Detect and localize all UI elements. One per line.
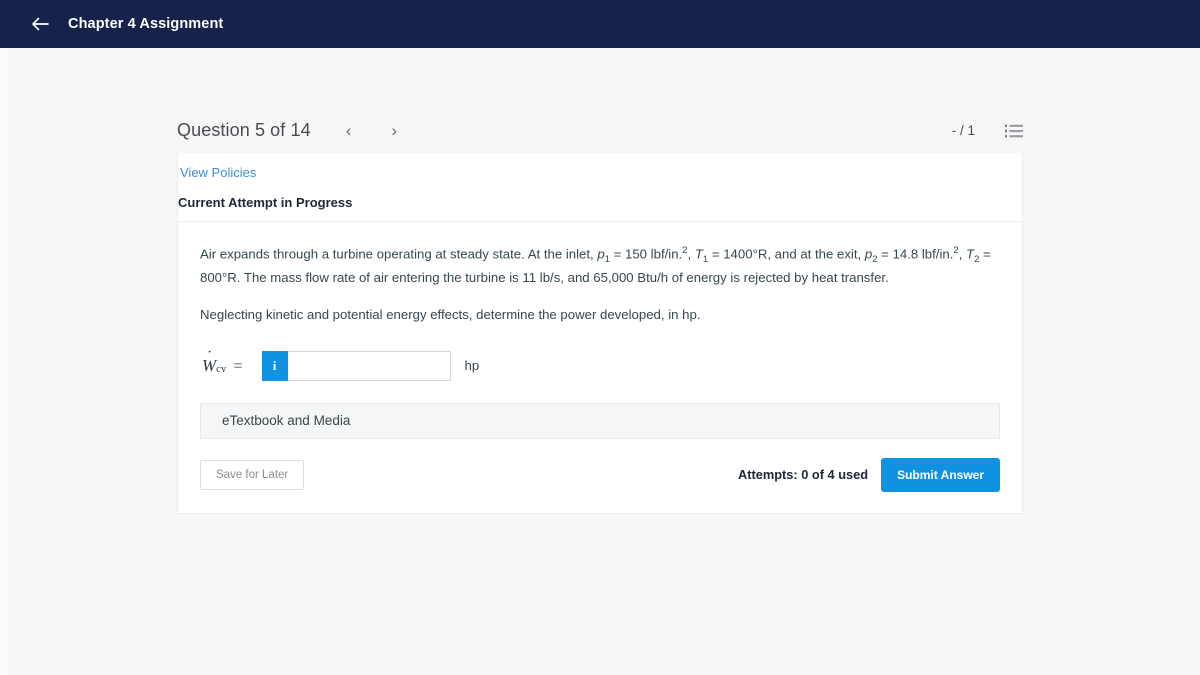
q-text-1: Air expands through a turbine operating … (200, 246, 598, 262)
assignment-title: Chapter 4 Assignment (68, 16, 224, 32)
cv-subscript: cv (216, 363, 227, 375)
work-symbol: Wcv = (202, 356, 243, 376)
page-container: Question 5 of 14 ‹ › - / 1 View Policies… (0, 48, 1200, 675)
card-top-section: View Policies Current Attempt in Progres… (178, 153, 1022, 222)
card-body: Air expands through a turbine operating … (178, 222, 1022, 381)
q-text-5: = 14.8 lbf/in. (877, 246, 954, 262)
answer-row: Wcv = i hp (200, 350, 1000, 381)
w-dot-symbol: W (202, 356, 216, 376)
app-header-bar: Chapter 4 Assignment (0, 0, 1200, 48)
answer-input[interactable] (287, 350, 451, 381)
attempt-status-label: Current Attempt in Progress (178, 195, 353, 210)
submit-answer-button[interactable]: Submit Answer (881, 457, 1000, 492)
p1-symbol: p (597, 246, 605, 262)
next-question-button[interactable]: › (384, 120, 404, 141)
question-header-right: - / 1 (952, 123, 1023, 138)
etextbook-and-media-bar[interactable]: eTextbook and Media (200, 402, 1000, 439)
question-card: View Policies Current Attempt in Progres… (177, 153, 1023, 514)
previous-question-button[interactable]: ‹ (339, 120, 359, 141)
save-for-later-button[interactable]: Save for Later (200, 459, 305, 490)
q-text-6: , (958, 246, 967, 262)
footer-right: Attempts: 0 of 4 used Submit Answer (737, 457, 1000, 492)
t1-symbol: T (694, 246, 703, 262)
score-badge: - / 1 (951, 123, 975, 138)
equals-sign: = (233, 357, 243, 375)
q-text-2: = 150 lbf/in. (609, 246, 683, 262)
question-header: Question 5 of 14 ‹ › - / 1 (177, 108, 1023, 153)
unit-label: hp (464, 358, 480, 374)
view-policies-link[interactable]: View Policies (180, 165, 256, 180)
q-text-4: = 1400°R, and at the exit, (708, 246, 865, 262)
left-rail (0, 48, 8, 675)
question-paragraph-2: Neglecting kinetic and potential energy … (200, 307, 701, 323)
attempts-counter: Attempts: 0 of 4 used (737, 467, 869, 483)
etextbook-label: eTextbook and Media (222, 413, 351, 429)
question-counter: Question 5 of 14 (177, 120, 311, 140)
answer-input-group: i (261, 350, 451, 381)
t2-symbol: T (966, 246, 975, 262)
arrow-left-icon[interactable] (30, 14, 50, 34)
q-text-3: , (687, 246, 695, 262)
card-footer: Save for Later Attempts: 0 of 4 used Sub… (200, 457, 1000, 513)
question-paragraph-1: Air expands through a turbine operating … (200, 244, 1000, 288)
list-icon[interactable] (1005, 124, 1023, 138)
info-icon-button[interactable]: i (261, 350, 288, 381)
